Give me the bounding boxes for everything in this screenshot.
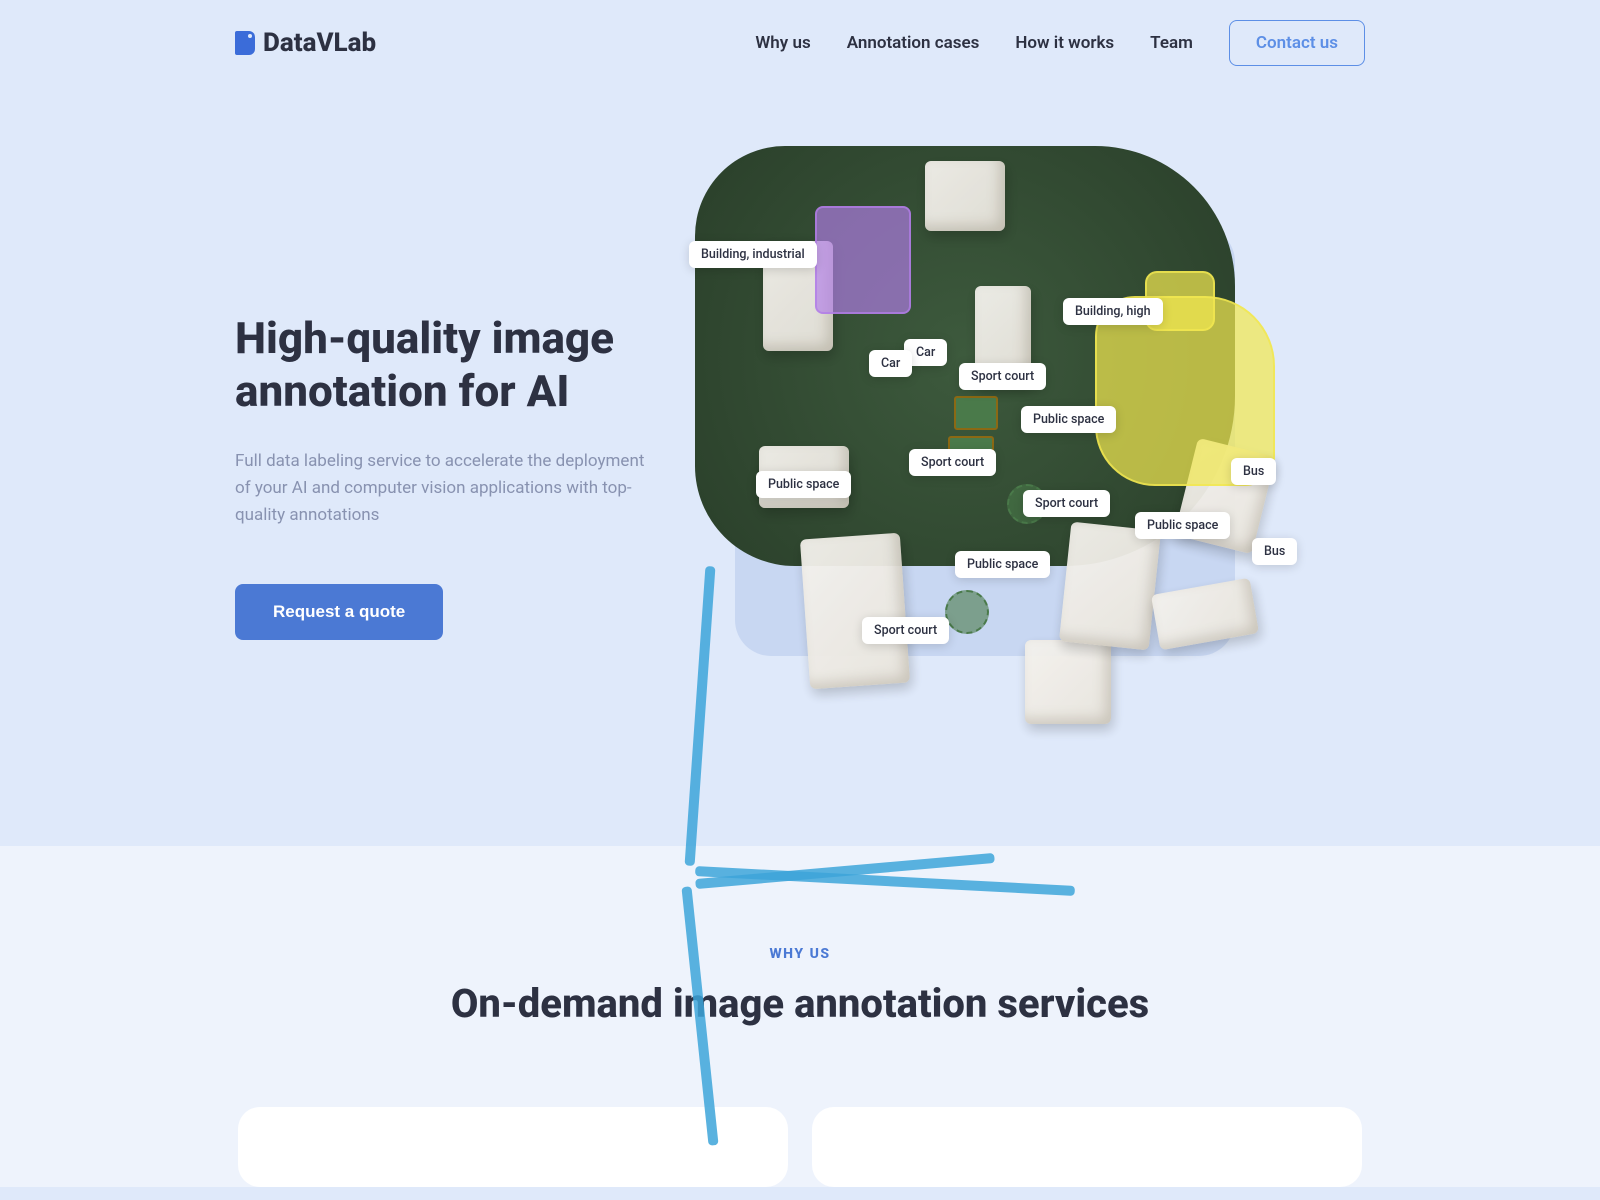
building (925, 161, 1005, 231)
feature-cards (235, 1107, 1365, 1187)
section-heading: On-demand image annotation services (0, 980, 1600, 1027)
why-us-section: WHY US On-demand image annotation servic… (0, 846, 1600, 1187)
sport-circle (945, 590, 989, 634)
nav-annotation-cases[interactable]: Annotation cases (847, 33, 980, 53)
building (800, 533, 910, 690)
annotation-label: Sport court (909, 449, 996, 476)
main-nav: Why us Annotation cases How it works Tea… (755, 20, 1365, 66)
building (1059, 522, 1161, 651)
brand-name: DataVLab (263, 28, 376, 58)
hero-image: Building, industrialBuilding, highCarCar… (695, 146, 1365, 726)
annotation-label: Public space (756, 471, 851, 498)
annotation-label: Public space (1021, 406, 1116, 433)
annotation-label: Car (869, 350, 912, 377)
annotation-label: Building, high (1063, 298, 1163, 325)
road (685, 566, 716, 866)
nav-team[interactable]: Team (1150, 33, 1193, 53)
building (1025, 640, 1111, 724)
annotation-label: Public space (955, 551, 1050, 578)
feature-card (812, 1107, 1362, 1187)
nav-why-us[interactable]: Why us (755, 33, 810, 53)
hero-text-block: High-quality image annotation for AI Ful… (235, 232, 655, 640)
hero-title: High-quality image annotation for AI (235, 312, 655, 418)
sport-court (954, 396, 998, 430)
highlight-building-industrial (815, 206, 911, 314)
contact-button[interactable]: Contact us (1229, 20, 1365, 66)
building (1151, 578, 1259, 651)
annotation-label: Sport court (1023, 490, 1110, 517)
hero-section: High-quality image annotation for AI Ful… (235, 86, 1365, 846)
request-quote-button[interactable]: Request a quote (235, 584, 443, 640)
annotation-label: Public space (1135, 512, 1230, 539)
hero-subtitle: Full data labeling service to accelerate… (235, 448, 655, 530)
annotation-label: Bus (1231, 458, 1276, 485)
logo-icon (235, 31, 255, 55)
annotation-label: Sport court (959, 363, 1046, 390)
nav-how-it-works[interactable]: How it works (1015, 33, 1114, 53)
section-eyebrow: WHY US (0, 946, 1600, 962)
aerial-illustration: Building, industrialBuilding, highCarCar… (695, 146, 1375, 726)
site-header: DataVLab Why us Annotation cases How it … (235, 0, 1365, 86)
brand-logo[interactable]: DataVLab (235, 28, 376, 58)
annotation-label: Bus (1252, 538, 1297, 565)
annotation-label: Sport court (862, 617, 949, 644)
annotation-label: Building, industrial (689, 241, 817, 268)
